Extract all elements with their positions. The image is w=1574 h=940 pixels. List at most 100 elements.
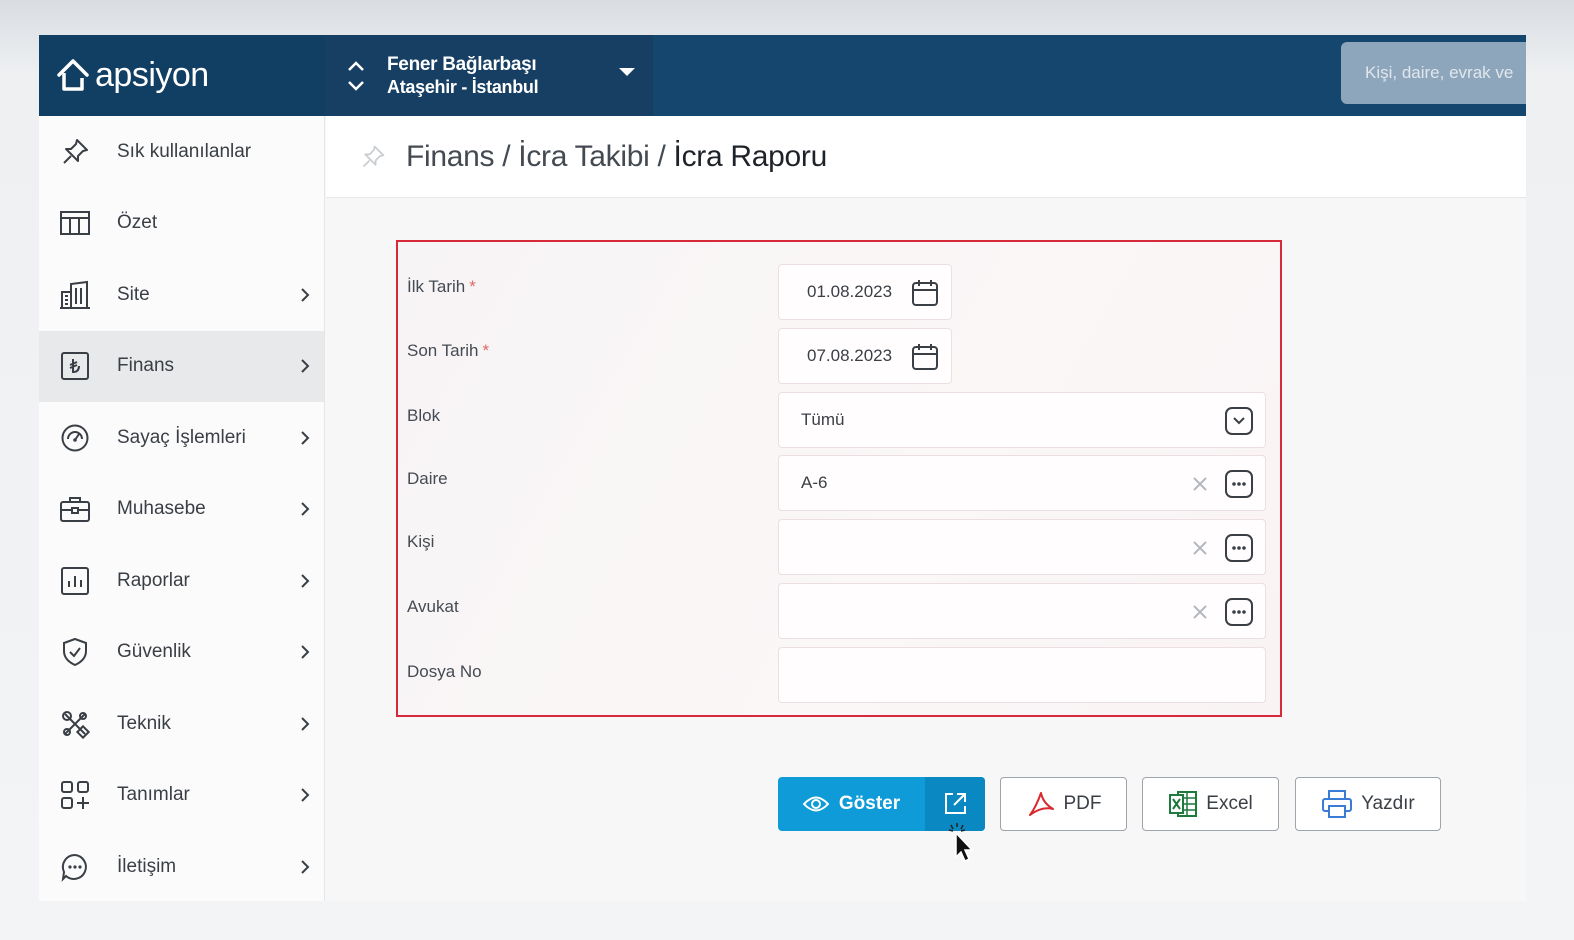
sidebar-item-finans[interactable]: Finans bbox=[39, 330, 324, 402]
print-button[interactable]: Yazdır bbox=[1295, 777, 1441, 831]
blok-select[interactable]: Tümü bbox=[778, 392, 1266, 448]
print-button-label: Yazdır bbox=[1361, 793, 1415, 814]
lira-icon bbox=[59, 350, 91, 382]
son-tarih-label: Son Tarih * bbox=[407, 341, 489, 361]
calendar-icon[interactable] bbox=[911, 279, 939, 307]
chevron-up-icon[interactable] bbox=[346, 59, 366, 73]
clear-icon[interactable] bbox=[1191, 603, 1209, 621]
breadcrumb-finans[interactable]: Finans bbox=[406, 140, 495, 173]
breadcrumb-separator: / bbox=[657, 139, 666, 173]
excel-icon bbox=[1169, 791, 1198, 817]
show-button[interactable]: Göster bbox=[778, 777, 925, 831]
tools-icon bbox=[59, 708, 91, 740]
sidebar-item-site[interactable]: Site bbox=[39, 259, 324, 331]
logo[interactable]: apsiyon bbox=[39, 35, 325, 116]
sidebar-item-label: Raporlar bbox=[117, 569, 190, 591]
more-options-icon[interactable] bbox=[1225, 598, 1253, 626]
grid-plus-icon bbox=[59, 779, 91, 811]
sidebar-item-label: Özet bbox=[117, 212, 158, 234]
sidebar-item-muhasebe[interactable]: Muhasebe bbox=[39, 474, 324, 546]
app-window: apsiyon Fener Bağlarbaşı Ataşehir - İsta… bbox=[39, 35, 1526, 901]
sidebar-item-favorites[interactable]: Sık kullanılanlar bbox=[39, 116, 324, 188]
chevron-right-icon bbox=[301, 502, 310, 516]
calendar-icon[interactable] bbox=[911, 343, 939, 371]
ilk-tarih-value: 01.08.2023 bbox=[807, 282, 893, 301]
home-logo-icon bbox=[57, 58, 89, 91]
son-tarih-field[interactable]: 07.08.2023 bbox=[778, 328, 952, 384]
dosya-no-field[interactable] bbox=[778, 647, 1266, 703]
clear-icon[interactable] bbox=[1191, 475, 1209, 493]
sidebar-item-label: Finans bbox=[117, 355, 175, 377]
avukat-label: Avukat bbox=[407, 597, 459, 616]
pdf-icon bbox=[1028, 792, 1054, 816]
page-header: Finans / İcra Takibi / İcra Raporu bbox=[326, 116, 1526, 198]
briefcase-icon bbox=[59, 493, 91, 525]
required-marker: * bbox=[482, 341, 490, 360]
caret-down-icon[interactable] bbox=[617, 66, 637, 78]
sidebar-item-label: Site bbox=[117, 283, 150, 305]
sidebar-item-ozet[interactable]: Özet bbox=[39, 188, 324, 260]
chat-icon bbox=[59, 851, 91, 883]
daire-field[interactable]: A-6 bbox=[778, 455, 1266, 511]
search-input[interactable] bbox=[1341, 42, 1526, 104]
excel-button-label: Excel bbox=[1206, 793, 1253, 814]
sidebar-item-label: Sık kullanılanlar bbox=[117, 140, 252, 162]
kisi-field[interactable] bbox=[778, 519, 1266, 575]
chevron-right-icon bbox=[301, 788, 310, 802]
site-switcher[interactable]: Fener Bağlarbaşı Ataşehir - İstanbul bbox=[325, 35, 653, 116]
shield-icon bbox=[59, 636, 91, 668]
dosya-no-label: Dosya No bbox=[407, 662, 482, 681]
sidebar-item-sayac[interactable]: Sayaç İşlemleri bbox=[39, 402, 324, 474]
sidebar-item-iletisim[interactable]: İletişim bbox=[39, 831, 324, 901]
gauge-icon bbox=[59, 422, 91, 454]
chevron-down-icon[interactable] bbox=[346, 79, 366, 93]
chevron-right-icon bbox=[301, 431, 310, 445]
ilk-tarih-label: İlk Tarih * bbox=[407, 277, 476, 297]
pin-page-icon[interactable] bbox=[360, 144, 386, 170]
breadcrumb-separator: / bbox=[502, 139, 511, 173]
printer-icon bbox=[1322, 790, 1353, 818]
chevron-right-icon bbox=[301, 717, 310, 731]
site-switch-arrows[interactable] bbox=[325, 59, 387, 93]
excel-button[interactable]: Excel bbox=[1142, 777, 1279, 831]
sidebar-item-label: Tanımlar bbox=[117, 784, 190, 806]
sidebar-item-label: Teknik bbox=[117, 712, 171, 734]
table-icon bbox=[59, 207, 91, 239]
show-button-label: Göster bbox=[838, 793, 901, 814]
sidebar-item-label: Muhasebe bbox=[117, 498, 206, 520]
ilk-tarih-label-text: İlk Tarih bbox=[407, 277, 466, 296]
pdf-button[interactable]: PDF bbox=[1000, 777, 1127, 831]
chevron-right-icon bbox=[301, 574, 310, 588]
external-link-icon bbox=[945, 793, 966, 814]
chevron-right-icon bbox=[301, 645, 310, 659]
ilk-tarih-field[interactable]: 01.08.2023 bbox=[778, 264, 952, 320]
son-tarih-value: 07.08.2023 bbox=[807, 346, 893, 365]
eye-icon bbox=[802, 796, 829, 812]
chevron-right-icon bbox=[301, 359, 310, 373]
chevron-right-icon bbox=[301, 860, 310, 874]
blok-label: Blok bbox=[407, 406, 441, 425]
clear-icon[interactable] bbox=[1191, 539, 1209, 557]
sidebar-item-label: Güvenlik bbox=[117, 641, 191, 663]
chevron-right-icon bbox=[301, 288, 310, 302]
breadcrumb: Finans / İcra Takibi / İcra Raporu bbox=[406, 140, 827, 174]
required-marker: * bbox=[469, 277, 476, 296]
son-tarih-label-text: Son Tarih bbox=[407, 341, 479, 360]
sidebar-item-label: Sayaç İşlemleri bbox=[117, 426, 246, 448]
breadcrumb-icra-takibi[interactable]: İcra Takibi bbox=[518, 140, 650, 173]
page-title: İcra Raporu bbox=[673, 139, 828, 173]
site-name: Fener Bağlarbaşı bbox=[387, 53, 537, 75]
sidebar-item-guvenlik[interactable]: Güvenlik bbox=[39, 617, 324, 689]
avukat-field[interactable] bbox=[778, 583, 1266, 639]
logo-text: apsiyon bbox=[95, 56, 209, 94]
sidebar: Sık kullanılanlar Özet Site Finans Sayaç… bbox=[39, 116, 325, 901]
dropdown-chevron-icon[interactable] bbox=[1225, 407, 1253, 435]
more-options-icon[interactable] bbox=[1225, 470, 1253, 498]
mouse-cursor-icon bbox=[948, 823, 974, 863]
building-icon bbox=[59, 279, 91, 311]
sidebar-item-raporlar[interactable]: Raporlar bbox=[39, 545, 324, 617]
sidebar-item-teknik[interactable]: Teknik bbox=[39, 688, 324, 760]
sidebar-item-tanimlar[interactable]: Tanımlar bbox=[39, 760, 324, 832]
more-options-icon[interactable] bbox=[1225, 534, 1253, 562]
report-icon bbox=[59, 565, 91, 597]
